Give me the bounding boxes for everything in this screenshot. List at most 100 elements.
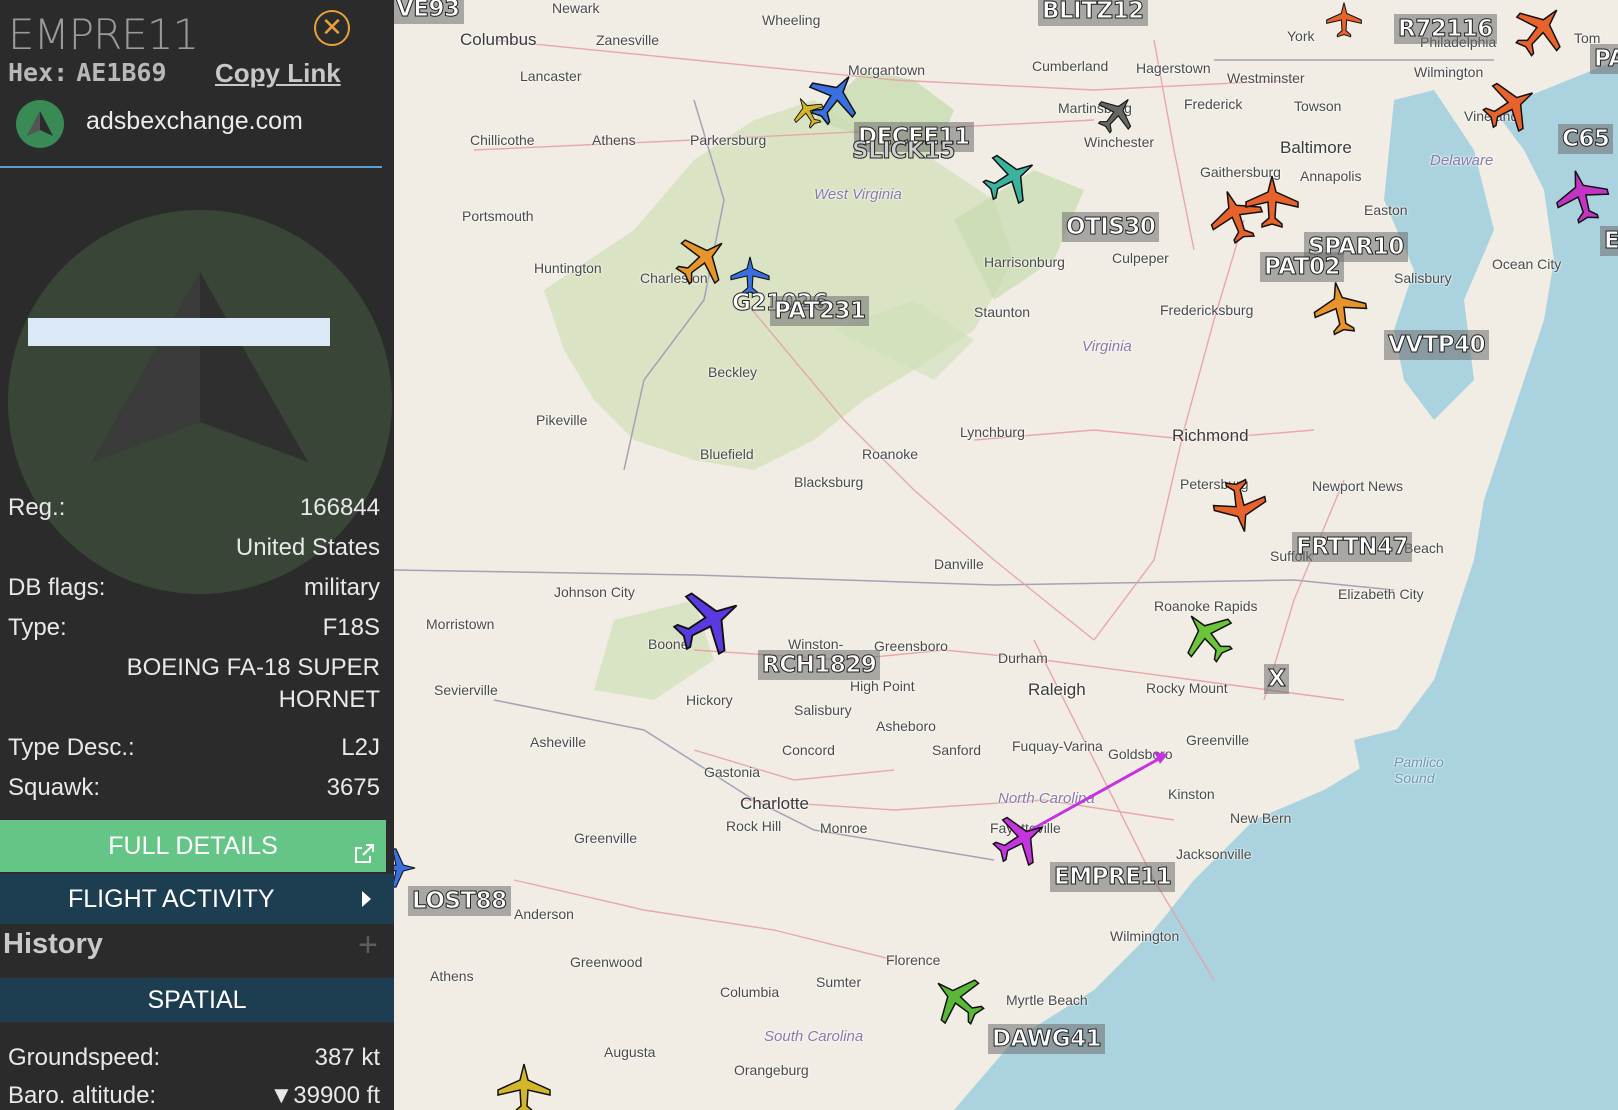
city-label: Sanford <box>932 742 982 758</box>
callsign-tag[interactable]: OTIS30 <box>1062 212 1160 242</box>
spatial-section-header[interactable]: SPATIAL <box>0 978 394 1022</box>
aircraft-marker[interactable] <box>980 148 1040 208</box>
callsign-tag[interactable]: EMPRE11 <box>1050 862 1176 892</box>
groundspeed-label: Groundspeed: <box>8 1044 161 1071</box>
hex-value: AE1B69 <box>76 58 167 87</box>
city-label: Goldsboro <box>1108 746 1173 762</box>
city-label: Easton <box>1364 202 1408 218</box>
city-label: Ocean City <box>1492 256 1562 272</box>
callsign-tag[interactable]: LOST88 <box>408 886 511 916</box>
city-label: Rock Hill <box>726 818 782 834</box>
callsign-tag[interactable]: FRTTN47 <box>1292 532 1413 562</box>
callsign-tag[interactable]: PAT02 <box>1260 252 1344 282</box>
dbflags-value: military <box>304 574 380 601</box>
squawk-label: Squawk: <box>8 774 101 801</box>
city-label: Newport News <box>1312 478 1404 494</box>
callsign-tag[interactable]: VE93 <box>394 0 464 24</box>
aircraft-marker[interactable] <box>1242 172 1302 232</box>
aircraft-marker[interactable] <box>790 94 826 130</box>
type-name-line-2: HORNET <box>278 686 380 713</box>
callsign-tag[interactable]: BLITZ12 <box>1038 0 1148 26</box>
aircraft-photo-placeholder[interactable] <box>28 318 330 346</box>
type-value: F18S <box>322 614 380 641</box>
callsign-tag[interactable]: SLICK15 <box>848 136 959 166</box>
city-label: Charlotte <box>740 794 809 813</box>
baro-altitude-label: Baro. altitude: <box>8 1082 157 1109</box>
aircraft-marker[interactable] <box>928 970 988 1030</box>
callsign-tag[interactable]: X <box>1264 664 1290 694</box>
callsign-tag[interactable]: R72116 <box>1394 14 1497 44</box>
city-label: Salisbury <box>794 702 852 718</box>
typedesc-label: Type Desc.: <box>8 734 135 761</box>
city-label: Myrtle Beach <box>1006 992 1088 1008</box>
reg-label: Reg.: <box>8 494 66 521</box>
type-label: Type: <box>8 614 67 641</box>
state-label: West Virginia <box>814 186 902 203</box>
state-label: South Carolina <box>764 1028 864 1045</box>
aircraft-marker[interactable] <box>1510 0 1570 60</box>
aircraft-marker[interactable] <box>670 584 746 660</box>
city-label: Culpeper <box>1112 250 1169 266</box>
aircraft-marker[interactable] <box>1210 476 1270 536</box>
aircraft-marker[interactable] <box>990 810 1050 870</box>
squawk-value: 3675 <box>326 774 380 801</box>
city-label: Concord <box>782 742 835 758</box>
city-label: Greenville <box>574 830 638 846</box>
city-label: Columbia <box>720 984 780 1000</box>
city-label: Johnson City <box>554 584 635 600</box>
city-label: Towson <box>1294 98 1342 114</box>
callsign-tag[interactable]: RCH1829 <box>758 650 881 680</box>
city-label: Lynchburg <box>960 424 1025 440</box>
city-label: Greensboro <box>874 638 948 654</box>
city-label: Rocky Mount <box>1146 680 1228 696</box>
state-label: Delaware <box>1430 152 1494 169</box>
callsign-tag[interactable]: DAWG41 <box>988 1024 1106 1054</box>
aircraft-info-panel: EMPRE11 ✕ Hex: AE1B69 Copy Link adsbexcha… <box>0 0 394 1110</box>
callsign-tag[interactable]: PA <box>1590 44 1618 74</box>
city-label: Greenwood <box>570 954 643 970</box>
city-label: Hagerstown <box>1136 60 1211 76</box>
callsign-tag[interactable]: PAT231 <box>770 296 870 326</box>
dbflags-label: DB flags: <box>8 574 106 601</box>
close-icon: ✕ <box>321 12 343 42</box>
city-label: Monroe <box>820 820 868 836</box>
reg-value: 166844 <box>299 494 380 521</box>
aircraft-marker[interactable] <box>1094 92 1138 136</box>
city-label: Westminster <box>1227 70 1305 86</box>
city-label: Lancaster <box>520 68 582 84</box>
full-details-button[interactable]: FULL DETAILS <box>0 820 386 872</box>
flight-activity-button[interactable]: FLIGHT ACTIVITY <box>0 874 394 924</box>
aircraft-marker[interactable] <box>1310 278 1370 338</box>
adsbexchange-logo-icon[interactable] <box>16 100 64 148</box>
aircraft-marker[interactable] <box>1324 0 1364 40</box>
history-heading[interactable]: History <box>3 928 103 961</box>
close-button[interactable]: ✕ <box>314 10 350 46</box>
city-label: Chillicothe <box>470 132 535 148</box>
city-label: Baltimore <box>1280 138 1352 157</box>
city-label: Blacksburg <box>794 474 864 490</box>
aircraft-marker[interactable] <box>1552 166 1612 226</box>
aircraft-marker[interactable] <box>1178 606 1238 666</box>
site-name[interactable]: adsbexchange.com <box>86 107 303 136</box>
aircraft-marker[interactable] <box>494 1060 554 1110</box>
expand-plus-icon[interactable]: + <box>358 926 378 965</box>
callsign-tag[interactable]: E <box>1600 226 1618 256</box>
aircraft-marker[interactable] <box>672 230 732 290</box>
city-label: Jacksonville <box>1176 846 1252 862</box>
city-label: Bluefield <box>700 446 754 462</box>
map-view[interactable]: Wheeling Newark Columbus Zanesville Morg… <box>394 0 1618 1110</box>
city-label: Staunton <box>974 304 1031 320</box>
city-label: Richmond <box>1172 426 1249 445</box>
city-label: Roanoke <box>862 446 919 462</box>
city-label: Sumter <box>816 974 862 990</box>
aircraft-marker[interactable] <box>394 846 418 890</box>
city-label: Fredericksburg <box>1160 302 1254 318</box>
callsign-tag[interactable]: VVTP40 <box>1384 330 1490 360</box>
aircraft-marker[interactable] <box>1480 76 1540 136</box>
state-label: Virginia <box>1082 338 1132 355</box>
selected-callsign: EMPRE11 <box>8 10 199 59</box>
copy-link[interactable]: Copy Link <box>215 58 341 89</box>
divider <box>0 166 382 168</box>
hex-label: Hex: <box>8 58 69 87</box>
callsign-tag[interactable]: C65 <box>1558 124 1614 154</box>
